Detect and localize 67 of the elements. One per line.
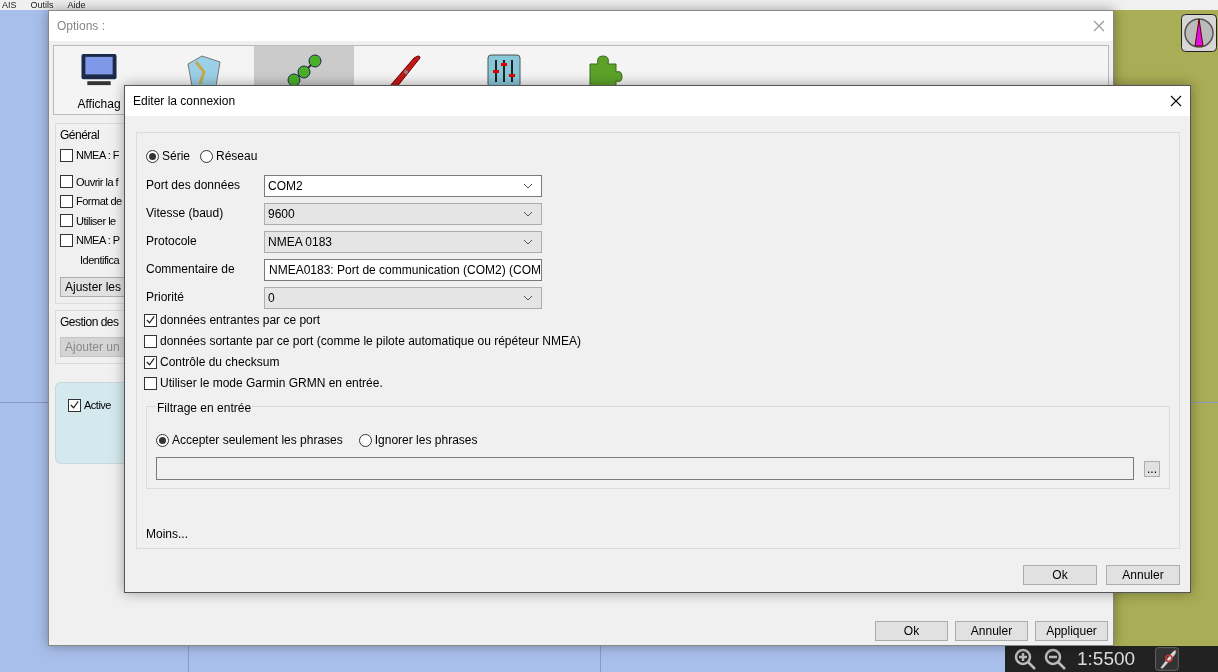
group-title: Gestion des — [60, 314, 120, 331]
zoom-out-icon[interactable] — [1043, 647, 1067, 671]
radio-button[interactable] — [200, 149, 213, 163]
field-label: Port des données — [146, 177, 242, 194]
dropdown[interactable]: NMEA 0183 — [264, 231, 542, 253]
menu-item[interactable]: Aide — [67, 0, 86, 10]
caret-icon[interactable] — [523, 183, 533, 189]
checkbox-label: NMEA : F — [76, 148, 120, 163]
checkbox-label: Ouvrir la f — [76, 174, 119, 190]
zoom-in-icon[interactable] — [1013, 647, 1037, 671]
sentences-field[interactable] — [156, 457, 1134, 480]
radio-button[interactable] — [358, 433, 372, 447]
window-title: Options : — [57, 18, 106, 35]
checkbox-label: Format de — [76, 194, 122, 209]
dialog-button[interactable]: Annuler — [1106, 565, 1180, 585]
caret-icon[interactable] — [523, 211, 533, 217]
toolbar-tab[interactable]: Affichag — [54, 46, 126, 114]
checkbox-label: NMEA : P — [76, 233, 120, 248]
checkbox[interactable] — [60, 233, 73, 247]
checkbox[interactable] — [144, 313, 157, 327]
menu-item[interactable]: Outils — [30, 0, 54, 10]
checkbox[interactable] — [68, 398, 81, 412]
checkbox-label: Active — [84, 398, 111, 413]
field-label: Identifica — [79, 252, 121, 268]
checkbox[interactable] — [60, 148, 73, 162]
field-label: Commentaire de — [146, 261, 236, 278]
less-link[interactable]: Moins... — [146, 525, 188, 543]
field-label: Protocole — [146, 233, 198, 250]
map-scale: 1:5500 — [1077, 648, 1136, 670]
window-title: Editer la connexion — [133, 93, 236, 110]
dialog-button[interactable]: Ok — [1023, 565, 1097, 585]
group-title: Général — [60, 127, 101, 144]
dialog-button[interactable]: Ok — [875, 621, 948, 641]
checkbox[interactable] — [60, 214, 73, 228]
radio-label: Réseau — [216, 148, 258, 165]
checkbox[interactable] — [144, 334, 157, 348]
radio-label: Ignorer les phrases — [374, 432, 478, 449]
radio-label: Accepter seulement les phrases — [172, 432, 343, 449]
checkbox-label: Utiliser le — [76, 213, 116, 229]
checkbox-label: données entrantes par ce port — [160, 312, 321, 329]
checkbox[interactable] — [60, 194, 73, 208]
radio-button[interactable] — [146, 149, 159, 163]
radio-label: Série — [162, 148, 190, 165]
checkbox[interactable] — [144, 376, 157, 390]
menu-item[interactable]: AIS — [2, 0, 17, 10]
checkbox[interactable] — [144, 355, 157, 369]
caret-icon[interactable] — [523, 295, 533, 301]
caret-icon[interactable] — [523, 239, 533, 245]
boat-icon[interactable] — [1155, 647, 1180, 671]
dialog-button[interactable]: Appliquer — [1035, 621, 1108, 641]
dialog-button[interactable]: Annuler — [955, 621, 1028, 641]
tab-label: Affichag — [77, 96, 121, 113]
checkbox-label: Contrôle du checksum — [160, 354, 280, 371]
checkbox[interactable] — [60, 175, 73, 189]
checkbox-label: Utiliser le mode Garmin GRMN en entrée. — [160, 375, 383, 392]
radio-button[interactable] — [156, 433, 169, 447]
connection-card[interactable]: Active — [55, 382, 125, 464]
dropdown[interactable]: COM2 — [264, 175, 542, 197]
dropdown[interactable]: 9600 — [264, 203, 542, 225]
comment-field[interactable]: NMEA0183: Port de communication (COM2) (COM — [264, 259, 542, 281]
field-label: Priorité — [146, 289, 185, 306]
close-icon[interactable] — [1170, 95, 1182, 107]
compass-icon[interactable] — [1181, 14, 1217, 52]
field-label: Vitesse (baud) — [146, 205, 225, 222]
browse-button[interactable]: ... — [1144, 460, 1160, 477]
checkbox-label: données sortante par ce port (comme le pilote automatique ou répéteur NMEA) — [160, 333, 581, 350]
dropdown[interactable]: 0 — [264, 287, 542, 309]
